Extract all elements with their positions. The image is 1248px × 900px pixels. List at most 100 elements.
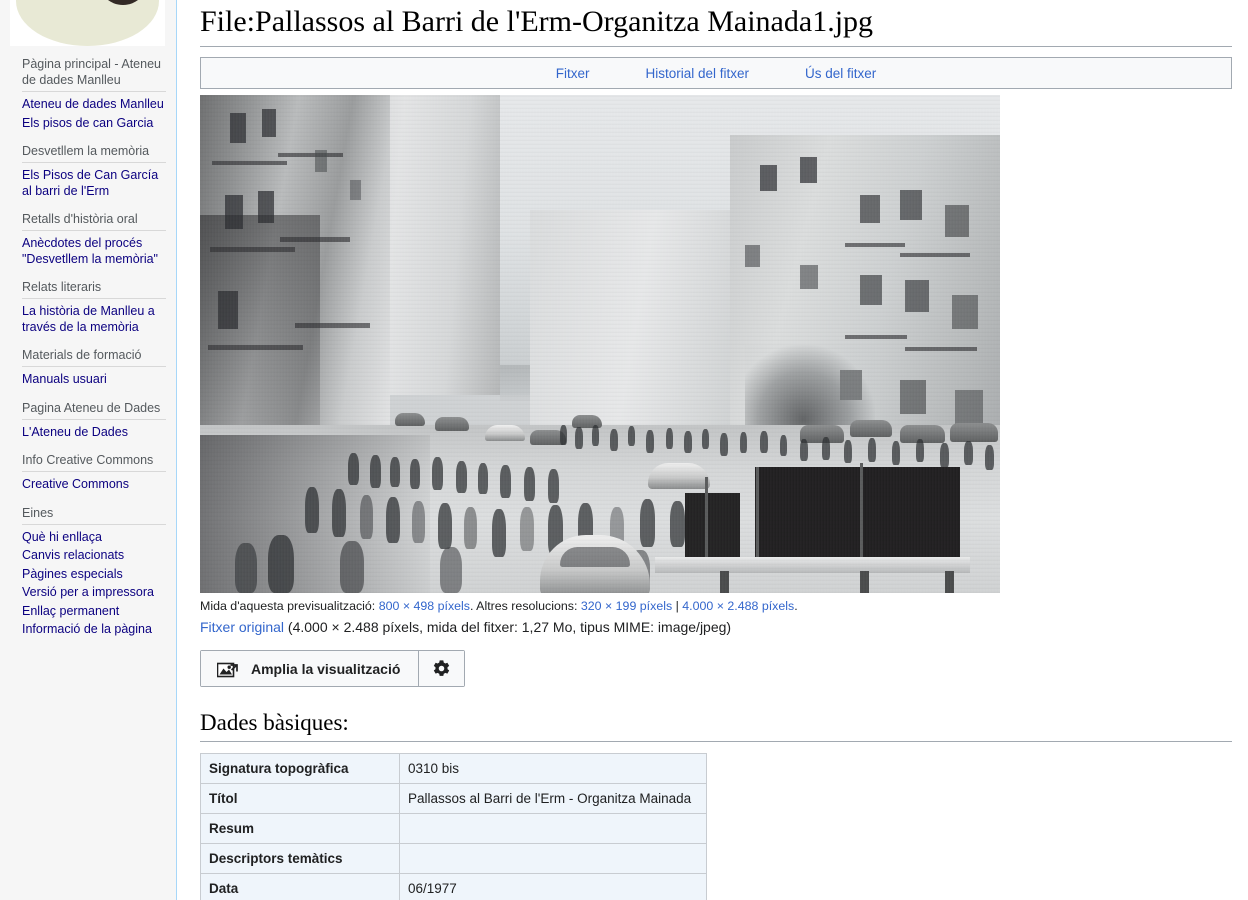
tab-fitxer[interactable]: Fitxer [528, 66, 618, 81]
table-key-data: Data [200, 873, 400, 900]
image-toolbar: Amplia la visualització [200, 650, 466, 687]
basic-data-table: Signatura topogràfica 0310 bis Títol Pal… [200, 753, 707, 900]
photo-stage-pole [756, 467, 759, 567]
sidebar-heading-creative-commons: Info Creative Commons [22, 452, 166, 472]
photo-person [610, 429, 618, 451]
photo-balcony [212, 161, 287, 165]
photo-window [800, 265, 818, 289]
photo-person [760, 431, 768, 453]
table-value-titol: Pallassos al Barri de l'Erm - Organitza … [399, 783, 707, 814]
photo-person [390, 457, 400, 487]
basic-data-table-body: Signatura topogràfica 0310 bis Títol Pal… [200, 753, 707, 900]
photo-person [800, 439, 808, 461]
sidebar-portlet-materials: Materials de formació Manuals usuari [22, 347, 166, 388]
photo-person [646, 430, 654, 453]
tab-us-del-fitxer[interactable]: Ús del fitxer [777, 66, 904, 81]
table-row: Data 06/1977 [200, 873, 707, 900]
sidebar-portlet-desvetllem: Desvetllem la memòria Els Pisos de Can G… [22, 143, 166, 199]
expand-view-label: Amplia la visualització [251, 660, 401, 677]
table-value-signatura: 0310 bis [399, 753, 707, 784]
photo-stage-backdrop-left [685, 493, 740, 565]
photo-person [340, 541, 364, 593]
sidebar-heading-materials: Materials de formació [22, 347, 166, 367]
preview-size-prefix: Mida d'aquesta previsualització: [200, 599, 376, 613]
photo-person [666, 428, 673, 449]
sidebar-portlet-main: Pàgina principal - Ateneu de dades Manll… [22, 56, 166, 131]
tab-historial-del-fitxer[interactable]: Historial del fitxer [617, 66, 777, 81]
resolution-small-link[interactable]: 320 × 199 píxels [581, 599, 672, 613]
table-value-data: 06/1977 [399, 873, 707, 900]
photo-person [640, 499, 655, 547]
photo-balcony [280, 237, 350, 242]
sidebar: biblio Lab Pàgina principal - Ateneu de … [0, 0, 177, 900]
bibliolab-logo[interactable]: biblio Lab [10, 0, 165, 46]
photo-person [360, 495, 373, 539]
main-content: File:Pallassos al Barri de l'Erm-Organit… [178, 0, 1248, 900]
photo-person [670, 501, 685, 547]
photo-person [548, 469, 559, 503]
photo-person [592, 425, 599, 446]
photo-stage-leg [720, 571, 729, 593]
photo-person [560, 425, 567, 445]
photo-person [844, 440, 852, 463]
table-key-titol: Títol [200, 783, 400, 814]
sidebar-item-enllac-permanent[interactable]: Enllaç permanent [22, 604, 166, 620]
sidebar-item-que-hi-enllaca[interactable]: Què hi enllaça [22, 530, 166, 546]
photo-window [945, 205, 969, 237]
preview-size-link[interactable]: 800 × 498 píxels [379, 599, 470, 613]
sidebar-item-versio-impressora[interactable]: Versió per a impressora [22, 585, 166, 601]
photo-balcony [845, 335, 907, 339]
photo-person [575, 427, 583, 449]
photo-balcony [210, 247, 295, 252]
file-page: biblio Lab Pàgina principal - Ateneu de … [0, 0, 1248, 900]
photo-person [235, 543, 257, 593]
photo-car [950, 423, 998, 442]
photo-person [985, 445, 994, 470]
sidebar-item-ateneu-dades-manlleu[interactable]: Ateneu de dades Manlleu [22, 97, 166, 113]
sidebar-item-creative-commons[interactable]: Creative Commons [22, 477, 166, 493]
file-metadata: Mida d'aquesta previsualització: 800 × 4… [200, 598, 1000, 637]
sidebar-navigation: Pàgina principal - Ateneu de dades Manll… [0, 56, 176, 650]
photo-window [760, 165, 777, 191]
photo-stage-leg [945, 571, 954, 593]
sidebar-item-ateneu-de-dades[interactable]: L'Ateneu de Dades [22, 425, 166, 441]
sidebar-item-pisos-can-garcia-erm[interactable]: Els Pisos de Can García al barri de l'Er… [22, 168, 166, 199]
photo-stage-pole [705, 477, 708, 569]
sidebar-heading-relats: Relats literaris [22, 279, 166, 299]
photo-window [800, 157, 817, 183]
photo-person [916, 439, 924, 462]
sidebar-item-pagines-especials[interactable]: Pàgines especials [22, 567, 166, 583]
sidebar-item-anecdotes[interactable]: Anècdotes del procés "Desvetllem la memò… [22, 236, 166, 267]
preview-resolutions-line: Mida d'aquesta previsualització: 800 × 4… [200, 598, 1000, 614]
photo-person [720, 433, 728, 456]
photo-stage-backdrop [755, 467, 960, 562]
photo-person [386, 497, 400, 543]
sidebar-item-manuals-usuari[interactable]: Manuals usuari [22, 372, 166, 388]
resolution-full-link[interactable]: 4.000 × 2.488 píxels [682, 599, 794, 613]
sidebar-heading-main: Pàgina principal - Ateneu de dades Manll… [22, 56, 166, 92]
photo-person [305, 487, 319, 533]
sidebar-item-informacio-pagina[interactable]: Informació de la pàgina [22, 622, 166, 638]
file-preview-image[interactable] [200, 95, 1000, 593]
original-file-link[interactable]: Fitxer original [200, 619, 284, 635]
photo-car-window [560, 547, 630, 567]
sidebar-item-historia-manlleu[interactable]: La història de Manlleu a través de la me… [22, 304, 166, 335]
photo-person [348, 453, 359, 485]
photo-car [850, 420, 892, 437]
sidebar-portlet-pagina-ateneu: Pagina Ateneu de Dades L'Ateneu de Dades [22, 400, 166, 441]
photo-car [648, 463, 710, 489]
photo-window [218, 291, 238, 329]
photo-car [395, 413, 425, 426]
sidebar-item-canvis-relacionats[interactable]: Canvis relacionats [22, 548, 166, 564]
photo-person [410, 459, 420, 489]
photo-window [230, 113, 246, 143]
sidebar-item-pisos-can-garcia[interactable]: Els pisos de can Garcia [22, 116, 166, 132]
expand-view-button[interactable]: Amplia la visualització [201, 651, 420, 686]
table-key-signatura: Signatura topogràfica [200, 753, 400, 784]
photo-person [412, 501, 425, 543]
image-settings-button[interactable] [419, 651, 465, 686]
sidebar-heading-desvetllem: Desvetllem la memòria [22, 143, 166, 163]
original-file-details: (4.000 × 2.488 píxels, mida del fitxer: … [284, 619, 732, 635]
photo-person [492, 509, 506, 557]
photo-person [822, 437, 830, 460]
